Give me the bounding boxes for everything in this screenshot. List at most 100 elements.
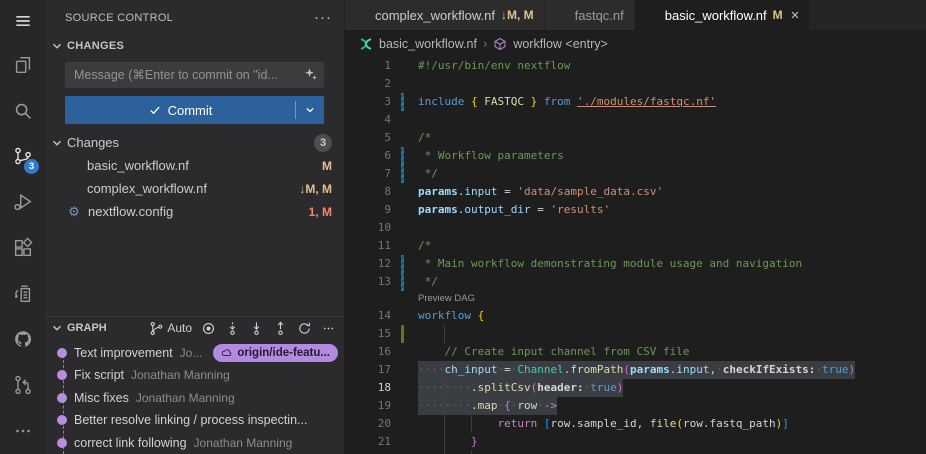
line-number: 16 — [345, 343, 391, 361]
changes-tree-label: Changes — [67, 135, 119, 150]
activity-item-debug[interactable] — [0, 179, 45, 225]
graph-action-fetch[interactable] — [225, 321, 240, 336]
activity-item-menu[interactable] — [0, 0, 45, 42]
code-line[interactable]: 14workflow { — [345, 307, 926, 325]
gutter-added-indicator — [401, 325, 404, 343]
activity-item-more[interactable] — [0, 408, 45, 454]
graph-action-refresh[interactable] — [297, 321, 312, 336]
code-line[interactable]: 12 * Main workflow demonstrating module … — [345, 255, 926, 273]
line-content: ········.map·{·row·-> — [418, 397, 557, 415]
sparkle-icon[interactable] — [304, 67, 318, 81]
commit-row[interactable]: Misc fixesJonathan Manning — [45, 387, 344, 410]
code-editor[interactable]: 1#!/usr/bin/env nextflow23include { FAST… — [345, 57, 926, 454]
editor-tab[interactable]: complex_workflow.nf↓M, M — [345, 0, 544, 30]
code-line[interactable]: 1#!/usr/bin/env nextflow — [345, 57, 926, 75]
code-line[interactable]: 4 — [345, 111, 926, 129]
graph-section-label: GRAPH — [67, 322, 107, 334]
activity-item-source-control[interactable]: 3 — [0, 133, 45, 179]
line-number: 2 — [345, 75, 391, 93]
line-number: 4 — [345, 111, 391, 129]
commit-message-input[interactable] — [65, 62, 324, 88]
graph-action-branch[interactable]: Auto — [149, 321, 192, 336]
commit-row[interactable]: Fix scriptJonathan Manning — [45, 364, 344, 387]
commit-row[interactable]: Text improvementJo...origin/ide-featu... — [45, 342, 344, 365]
code-line[interactable]: 16 // Create input channel from CSV file — [345, 343, 926, 361]
line-number: 20 — [345, 415, 391, 433]
activity-item-files[interactable] — [0, 42, 45, 88]
code-line[interactable]: 9params.output_dir = 'results' — [345, 201, 926, 219]
graph-action-label: Auto — [167, 321, 192, 335]
codelens-preview-dag[interactable]: Preview DAG — [345, 291, 926, 307]
commit-author: Jonathan Manning — [194, 436, 293, 450]
line-content: * Main workflow demonstrating module usa… — [418, 255, 802, 273]
activity-item-extensions[interactable] — [0, 225, 45, 271]
scm-file-row[interactable]: complex_workflow.nf↓M, M — [45, 177, 344, 200]
commit-message: Text improvement — [74, 346, 173, 360]
activity-item-references[interactable] — [0, 271, 45, 317]
graph-action-pull[interactable] — [249, 321, 264, 336]
check-icon — [148, 103, 162, 117]
more-actions-icon[interactable]: ··· — [314, 9, 332, 26]
more-icon — [321, 321, 336, 336]
changes-section-label: CHANGES — [67, 40, 124, 52]
code-line[interactable]: 18········.splitCsv(header:·true) — [345, 379, 926, 397]
scm-file-row[interactable]: basic_workflow.nfM — [45, 154, 344, 177]
close-icon[interactable]: × — [791, 8, 800, 23]
graph-action-push[interactable] — [273, 321, 288, 336]
gutter-decoration — [401, 433, 404, 451]
extensions-icon — [12, 237, 34, 259]
code-line[interactable]: 3include { FASTQC } from './modules/fast… — [345, 93, 926, 111]
graph-actions: Auto — [149, 321, 336, 336]
breadcrumb[interactable]: basic_workflow.nf › workflow <entry> — [345, 30, 926, 57]
commit-button-main[interactable]: Commit — [65, 96, 295, 124]
gutter-decoration — [401, 379, 404, 397]
graph-action-target[interactable] — [201, 321, 216, 336]
code-line[interactable]: 20 return [row.sample_id, file(row.fastq… — [345, 415, 926, 433]
commit-dropdown-button[interactable] — [296, 96, 324, 124]
commit-row[interactable]: Better resolve linking / process inspect… — [45, 409, 344, 432]
code-line[interactable]: 10 — [345, 219, 926, 237]
tab-label: basic_workflow.nf — [665, 8, 767, 23]
changes-tree-header[interactable]: Changes 3 — [45, 131, 344, 154]
code-line[interactable]: 19········.map·{·row·-> — [345, 397, 926, 415]
commit-graph-list: Text improvementJo...origin/ide-featu...… — [45, 340, 344, 454]
breadcrumb-file[interactable]: basic_workflow.nf — [379, 37, 477, 51]
code-line[interactable]: 21 } — [345, 433, 926, 451]
line-number: 7 — [345, 165, 391, 183]
commit-message: Better resolve linking / process inspect… — [74, 413, 307, 427]
line-number: 14 — [345, 307, 391, 325]
branch-ref-badge[interactable]: origin/ide-featu... — [213, 344, 338, 362]
code-line[interactable]: 7 */ — [345, 165, 926, 183]
code-line[interactable]: 15 — [345, 325, 926, 343]
tab-decoration: ↓M, M — [501, 8, 534, 22]
more-icon — [12, 420, 34, 442]
gutter-decoration — [401, 307, 404, 325]
code-line[interactable]: 5/* — [345, 129, 926, 147]
commit-row[interactable]: correct link followingJonathan Manning — [45, 432, 344, 454]
code-line[interactable]: 6 * Workflow parameters — [345, 147, 926, 165]
commit-author: Jonathan Manning — [131, 368, 230, 382]
vscode-window: 3 SOURCE CONTROL ··· CHANGES Commit — [0, 0, 926, 454]
graph-section-header[interactable]: GRAPH Auto — [45, 316, 344, 340]
changes-section-header[interactable]: CHANGES — [45, 35, 344, 57]
line-number: 11 — [345, 237, 391, 255]
line-content: } — [418, 433, 478, 451]
editor-tab[interactable]: basic_workflow.nfM× — [635, 0, 810, 30]
code-line[interactable]: 11/* — [345, 237, 926, 255]
code-line[interactable]: 17····ch_input·=·Channel.fromPath(params… — [345, 361, 926, 379]
activity-item-pull-request[interactable] — [0, 362, 45, 408]
commit-button[interactable]: Commit — [65, 96, 324, 124]
graph-action-more[interactable] — [321, 321, 336, 336]
indent-guide — [444, 433, 445, 451]
breadcrumb-symbol[interactable]: workflow <entry> — [513, 37, 607, 51]
debug-icon — [12, 191, 34, 213]
code-line[interactable]: 8params.input = 'data/sample_data.csv' — [345, 183, 926, 201]
scm-file-row[interactable]: ⚙nextflow.config1, M — [45, 200, 344, 223]
activity-item-github[interactable] — [0, 317, 45, 363]
nextflow-icon — [645, 8, 659, 22]
nextflow-icon — [359, 37, 373, 51]
code-line[interactable]: 13 */ — [345, 273, 926, 291]
editor-tab[interactable]: fastqc.nf — [545, 0, 634, 30]
activity-item-search[interactable] — [0, 88, 45, 134]
code-line[interactable]: 2 — [345, 75, 926, 93]
